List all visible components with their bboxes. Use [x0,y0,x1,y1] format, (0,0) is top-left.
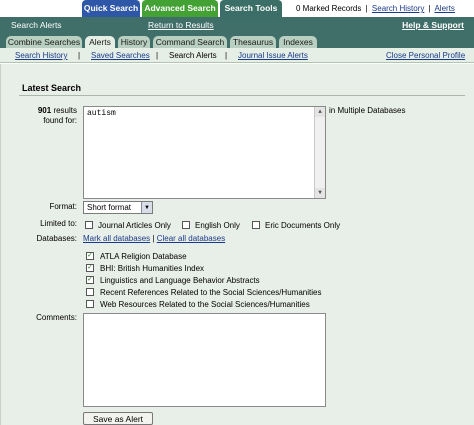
secondary-nav: Search History | Saved Searches | Search… [0,48,474,63]
english-only-checkbox[interactable] [182,221,190,229]
llba-checkbox[interactable]: ✓ [86,276,94,284]
search-alerts-current: Search Alerts [169,51,217,60]
scroll-down-icon[interactable]: ▼ [315,188,325,198]
separator: | [78,51,81,60]
database-links: Mark all databases | Clear all databases [83,234,225,243]
bhi-checkbox[interactable]: ✓ [86,264,94,272]
comments-label: Comments: [36,313,77,322]
sub-tab-bar: Combine Searches Alerts History Command … [0,34,474,48]
limited-to-label: Limited to: [40,219,77,228]
return-to-results-link[interactable]: Return to Results [148,17,214,34]
recent-references-checkbox[interactable] [86,288,94,296]
search-history-nav-link[interactable]: Search History [15,48,67,63]
save-as-alert-button[interactable]: Save as Alert [83,412,153,425]
close-personal-profile-link[interactable]: Close Personal Profile [386,48,465,63]
search-history-link[interactable]: Search History [372,4,424,13]
mark-all-databases-link[interactable]: Mark all databases [83,234,150,243]
help-support-link[interactable]: Help & Support [402,17,464,34]
chevron-down-icon[interactable]: ▼ [141,202,152,213]
comments-textarea[interactable] [83,313,326,407]
journal-issue-alerts-link[interactable]: Journal Issue Alerts [238,48,308,63]
database-item-label: ATLA Religion Database [100,252,187,261]
separator: | [225,51,228,60]
tab-combine-searches[interactable]: Combine Searches [6,36,82,48]
tab-indexes[interactable]: Indexes [279,36,317,48]
top-bar: Quick Search Advanced Search Search Tool… [0,0,474,17]
tab-command-search[interactable]: Command Search [153,36,227,48]
journal-articles-checkbox[interactable] [85,221,93,229]
eric-documents-label: Eric Documents Only [265,221,341,230]
textarea-scrollbar[interactable]: ▲ ▼ [314,107,325,198]
results-text: results [53,106,77,115]
database-item-label: BHI: British Humanities Index [100,264,205,273]
database-scope-text: in Multiple Databases [329,106,406,115]
divider [19,95,465,96]
top-right-links: 0 Marked Records | Search History | Aler… [296,0,455,17]
results-label: 901 results found for: [21,106,77,126]
marked-records-count: 0 Marked Records [296,4,362,13]
english-only-label: English Only [195,221,240,230]
journal-articles-label: Journal Articles Only [98,221,171,230]
saved-searches-link[interactable]: Saved Searches [91,48,150,63]
query-text: autism [87,109,116,118]
web-resources-checkbox[interactable] [86,300,94,308]
separator: | [156,51,159,60]
separator: | [365,4,368,13]
page-title: Search Alerts [11,20,62,30]
result-count: 901 [37,106,52,115]
separator: | [428,4,431,13]
page-header: Search Alerts Return to Results Help & S… [0,17,474,34]
database-item-label: Web Resources Related to the Social Scie… [100,300,310,309]
database-item-label: Recent References Related to the Social … [100,288,322,297]
alerts-link[interactable]: Alerts [434,4,454,13]
format-selected-value: Short format [87,203,132,212]
database-item-label: Linguistics and Language Behavior Abstra… [100,276,260,285]
found-for-text: found for: [43,116,77,125]
databases-label: Databases: [36,234,77,243]
format-label: Format: [49,202,77,211]
eric-documents-checkbox[interactable] [252,221,260,229]
tab-alerts[interactable]: Alerts [85,36,115,48]
tab-search-tools[interactable]: Search Tools [220,0,282,17]
section-title: Latest Search [22,83,82,93]
tab-quick-search[interactable]: Quick Search [82,0,140,17]
clear-all-databases-link[interactable]: Clear all databases [157,234,225,243]
tab-thesaurus[interactable]: Thesaurus [230,36,276,48]
separator: | [152,234,155,243]
format-select[interactable]: Short format ▼ [83,201,153,214]
query-textarea[interactable]: autism ▲ ▼ [83,106,326,199]
scroll-up-icon[interactable]: ▲ [315,107,325,117]
tab-history[interactable]: History [118,36,150,48]
tab-advanced-search[interactable]: Advanced Search [142,0,218,17]
search-alert-form: Latest Search 901 results found for: aut… [0,64,474,425]
atla-checkbox[interactable]: ✓ [86,252,94,260]
